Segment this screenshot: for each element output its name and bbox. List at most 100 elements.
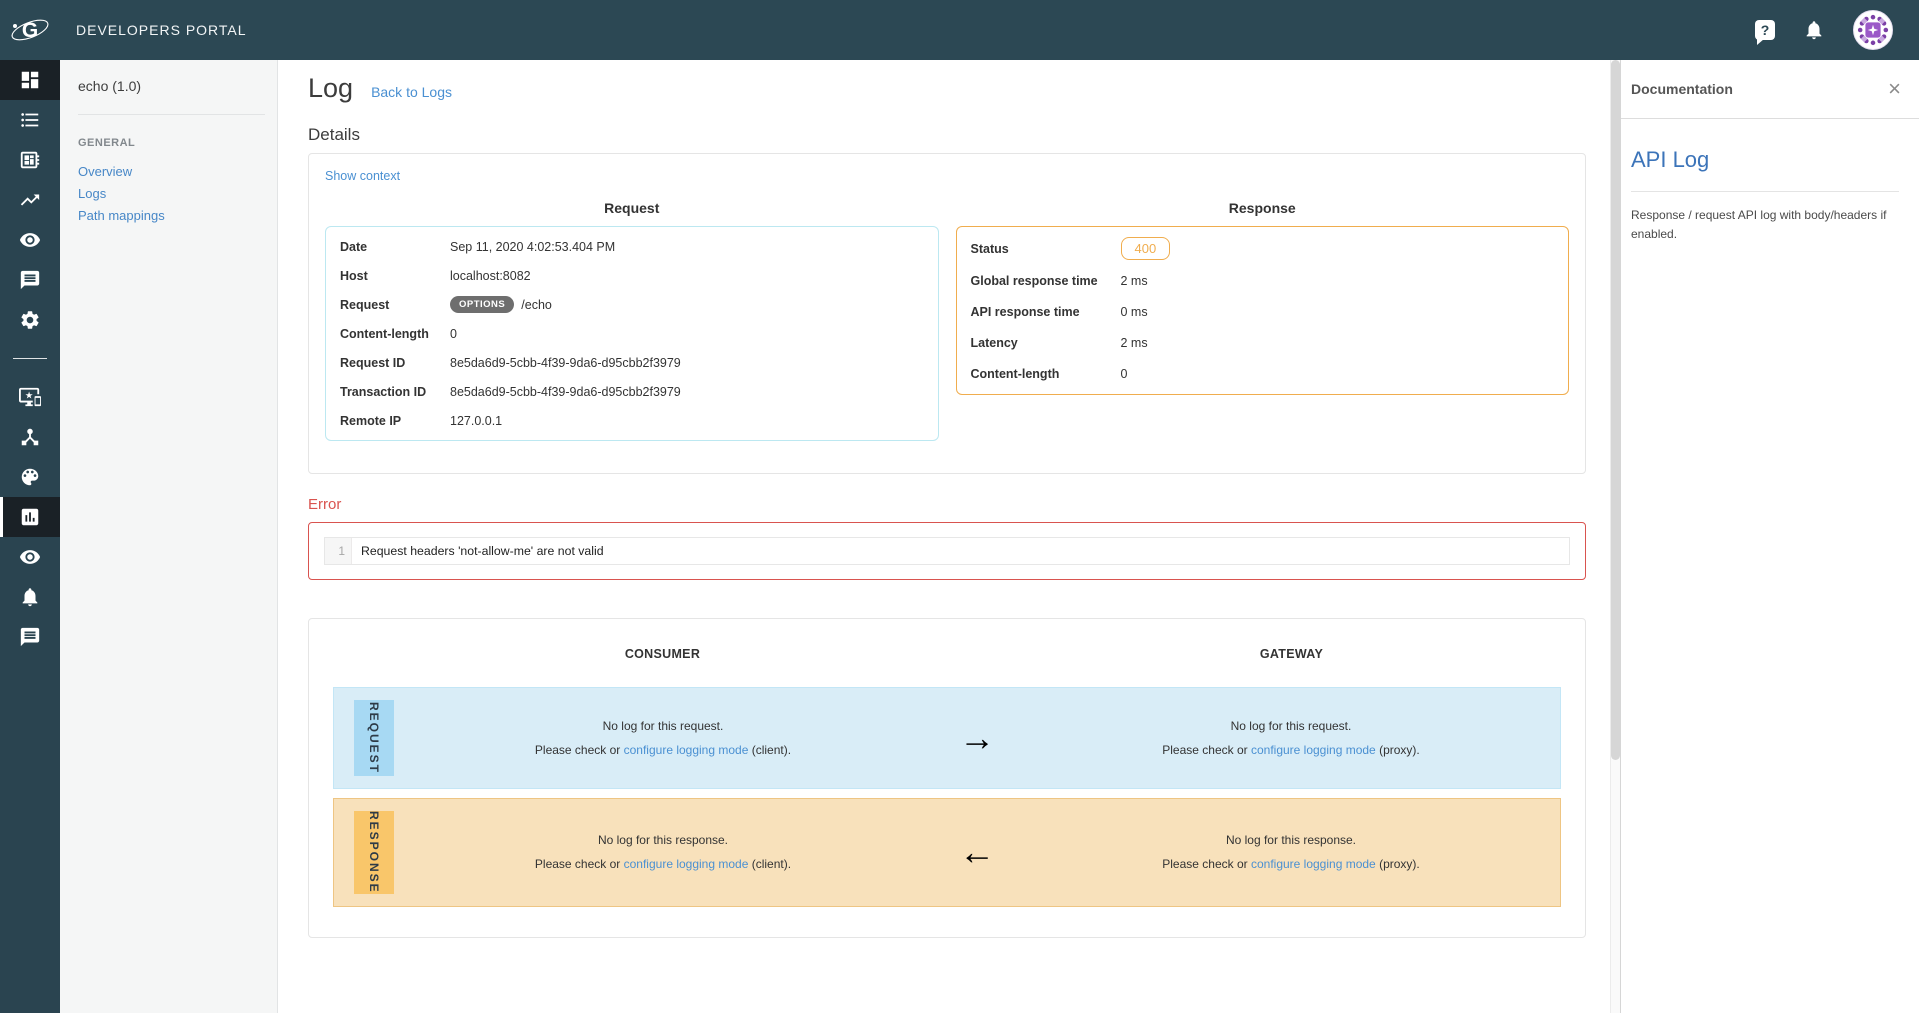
palette-icon: [19, 466, 41, 488]
request-response-columns: Request Date Sep 11, 2020 4:02:53.404 PM…: [325, 185, 1569, 441]
configure-logging-mode-link[interactable]: configure logging mode: [624, 743, 749, 757]
close-icon[interactable]: ×: [1888, 78, 1901, 100]
sidebar-divider: [78, 114, 265, 115]
row-value: Sep 11, 2020 4:02:53.404 PM: [450, 240, 615, 254]
show-context-link[interactable]: Show context: [325, 169, 400, 183]
line-number: 1: [325, 538, 352, 564]
configure-logging-mode-link[interactable]: configure logging mode: [1251, 857, 1376, 871]
rail-item-applications[interactable]: [0, 377, 60, 417]
gateway-header: GATEWAY: [1022, 647, 1561, 661]
documentation-body: API Log Response / request API log with …: [1621, 119, 1919, 244]
response-flow-label: RESPONSE: [354, 811, 394, 894]
user-avatar[interactable]: [1853, 10, 1893, 50]
row-value: 127.0.0.1: [450, 414, 502, 428]
rail-item-dashboard[interactable]: [0, 60, 60, 100]
scrollbar-thumb[interactable]: [1611, 60, 1620, 760]
consumer-gateway-card: CONSUMER GATEWAY REQUEST No log for this…: [308, 618, 1586, 938]
notifications-icon[interactable]: [1803, 19, 1825, 41]
response-table-title: Response: [956, 200, 1570, 216]
portal-title: DEVELOPERS PORTAL: [76, 22, 247, 38]
chat-icon: [19, 626, 41, 648]
rail-item-list[interactable]: [0, 100, 60, 140]
eye-icon: [19, 229, 41, 251]
flow-header: CONSUMER GATEWAY: [333, 647, 1561, 661]
row-label: Host: [340, 269, 450, 283]
row-label: Request ID: [340, 356, 450, 370]
consumer-request-cell: No log for this request. Please check or…: [394, 688, 932, 788]
row-label: Status: [971, 242, 1121, 256]
error-heading: Error: [308, 496, 1586, 513]
rail-item-analytics-trend[interactable]: [0, 180, 60, 220]
configure-logging-mode-link[interactable]: configure logging mode: [1251, 743, 1376, 757]
device-hub-icon: [19, 426, 41, 448]
rail-item-feedback[interactable]: [0, 617, 60, 657]
rail-item-messages[interactable]: [0, 260, 60, 300]
table-row: Request OPTIONS /echo: [326, 290, 938, 319]
check-prefix: Please check or: [535, 743, 624, 757]
proxy-suffix: (proxy).: [1376, 743, 1420, 757]
table-row: Latency 2 ms: [957, 327, 1569, 358]
page-head: Log Back to Logs: [308, 73, 1586, 104]
developer-board-icon: [19, 149, 41, 171]
table-row: Date Sep 11, 2020 4:02:53.404 PM: [326, 232, 938, 261]
svg-text:G: G: [22, 19, 38, 42]
row-value: 0 ms: [1121, 305, 1148, 319]
sidebar-item-logs[interactable]: Logs: [78, 183, 265, 205]
consumer-header: CONSUMER: [393, 647, 932, 661]
rail-item-analytics[interactable]: [0, 497, 60, 537]
row-value: 0: [450, 327, 457, 341]
table-row: Request ID 8e5da6d9-5cbb-4f39-9da6-d95cb…: [326, 348, 938, 377]
list-icon: [19, 109, 41, 131]
proxy-suffix: (proxy).: [1376, 857, 1420, 871]
table-row: Remote IP 127.0.0.1: [326, 406, 938, 435]
scrollbar-track[interactable]: [1610, 60, 1620, 1013]
check-logging-text: Please check or configure logging mode (…: [1162, 857, 1420, 871]
doc-page-heading: API Log: [1631, 147, 1899, 173]
table-row: Transaction ID 8e5da6d9-5cbb-4f39-9da6-d…: [326, 377, 938, 406]
api-sidebar: echo (1.0) GENERAL Overview Logs Path ma…: [60, 60, 278, 1013]
table-row: Global response time 2 ms: [957, 265, 1569, 296]
gravitee-logo[interactable]: G: [0, 13, 60, 47]
row-value: OPTIONS /echo: [450, 296, 552, 313]
row-label: API response time: [971, 305, 1121, 319]
table-row: Content-length 0: [326, 319, 938, 348]
app-body: echo (1.0) GENERAL Overview Logs Path ma…: [0, 60, 1919, 1013]
table-row: API response time 0 ms: [957, 296, 1569, 327]
rail-item-theme[interactable]: [0, 457, 60, 497]
rail-item-settings[interactable]: [0, 300, 60, 340]
rail-item-observability[interactable]: [0, 537, 60, 577]
rail-divider: [13, 358, 47, 359]
client-suffix: (client).: [748, 743, 791, 757]
gateway-request-cell: No log for this request. Please check or…: [1022, 688, 1560, 788]
sidebar-item-overview[interactable]: Overview: [78, 161, 265, 183]
rail-item-apis[interactable]: [0, 140, 60, 180]
doc-divider: [1631, 191, 1899, 192]
help-icon[interactable]: ?: [1755, 20, 1775, 40]
main-content: Log Back to Logs Details Show context Re…: [278, 60, 1610, 1013]
rail-item-audit[interactable]: [0, 220, 60, 260]
api-name: echo (1.0): [78, 78, 265, 94]
check-logging-text: Please check or configure logging mode (…: [535, 743, 791, 757]
rail-item-gateways[interactable]: [0, 417, 60, 457]
documentation-title: Documentation: [1631, 81, 1733, 97]
check-prefix: Please check or: [1162, 743, 1251, 757]
check-prefix: Please check or: [535, 857, 624, 871]
rail-item-alerts[interactable]: [0, 577, 60, 617]
row-label: Latency: [971, 336, 1121, 350]
response-table: Status 400 Global response time 2 ms API…: [956, 226, 1570, 395]
documentation-header: Documentation ×: [1621, 60, 1919, 119]
row-label: Request: [340, 298, 450, 312]
request-table: Date Sep 11, 2020 4:02:53.404 PM Host lo…: [325, 226, 939, 441]
back-to-logs-link[interactable]: Back to Logs: [371, 84, 452, 100]
response-column: Response Status 400 Global response time…: [956, 185, 1570, 441]
row-value: 2 ms: [1121, 336, 1148, 350]
status-badge: 400: [1121, 237, 1171, 260]
consumer-response-cell: No log for this response. Please check o…: [394, 799, 932, 906]
request-path: /echo: [521, 298, 552, 312]
sidebar-item-path-mappings[interactable]: Path mappings: [78, 205, 265, 227]
trending-up-icon: [19, 189, 41, 211]
no-log-text: No log for this response.: [1226, 833, 1356, 847]
row-label: Content-length: [971, 367, 1121, 381]
configure-logging-mode-link[interactable]: configure logging mode: [624, 857, 749, 871]
http-method-badge: OPTIONS: [450, 296, 514, 313]
